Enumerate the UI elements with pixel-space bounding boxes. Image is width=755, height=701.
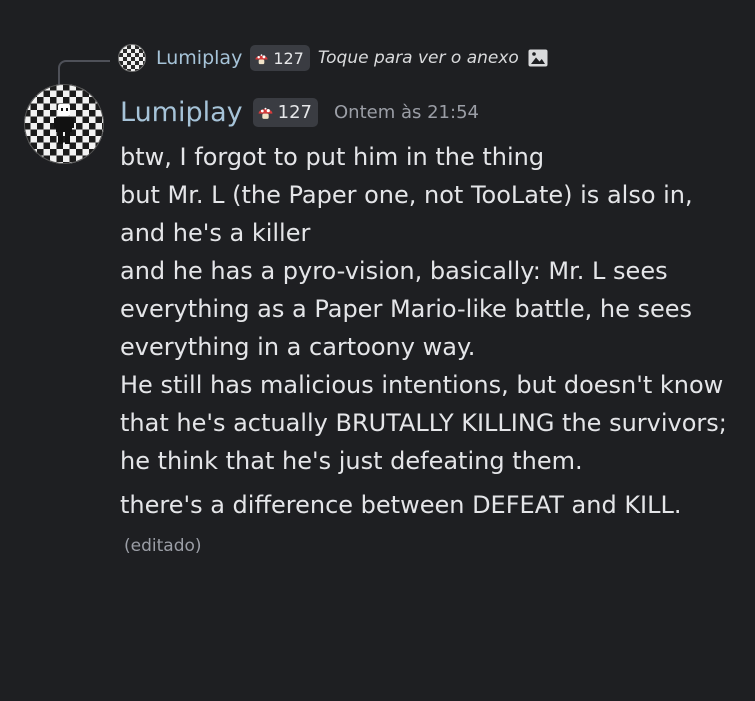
author-name[interactable]: Lumiplay [120, 97, 243, 128]
message-paragraph: btw, I forgot to put him in the thing bu… [120, 143, 727, 475]
message-content[interactable]: btw, I forgot to put him in the thing bu… [120, 138, 745, 565]
message-paragraph-text: there's a difference between DEFEAT and … [120, 491, 682, 519]
reply-author-name[interactable]: Lumiplay [156, 47, 242, 69]
author-avatar[interactable] [24, 84, 104, 164]
message-header: Lumiplay 127 Ontem às 21:54 [120, 93, 479, 131]
reply-preview[interactable]: Lumiplay 127 Toque para ver o anexo [118, 43, 549, 73]
mushroom-icon [255, 53, 268, 64]
reply-badge-count: 127 [273, 48, 304, 68]
reply-avatar[interactable] [118, 44, 146, 72]
message-paragraph-last: there's a difference between DEFEAT and … [120, 486, 745, 565]
message-timestamp: Ontem às 21:54 [334, 101, 479, 123]
image-icon [528, 49, 548, 67]
avatar-character-figure [54, 104, 74, 144]
edited-label: (editado) [124, 536, 202, 556]
mushroom-icon [258, 107, 273, 119]
author-badge[interactable]: 127 [252, 97, 319, 127]
reply-author-badge[interactable]: 127 [250, 45, 310, 71]
author-badge-count: 127 [277, 101, 313, 123]
reply-preview-text[interactable]: Toque para ver o anexo [318, 48, 519, 68]
